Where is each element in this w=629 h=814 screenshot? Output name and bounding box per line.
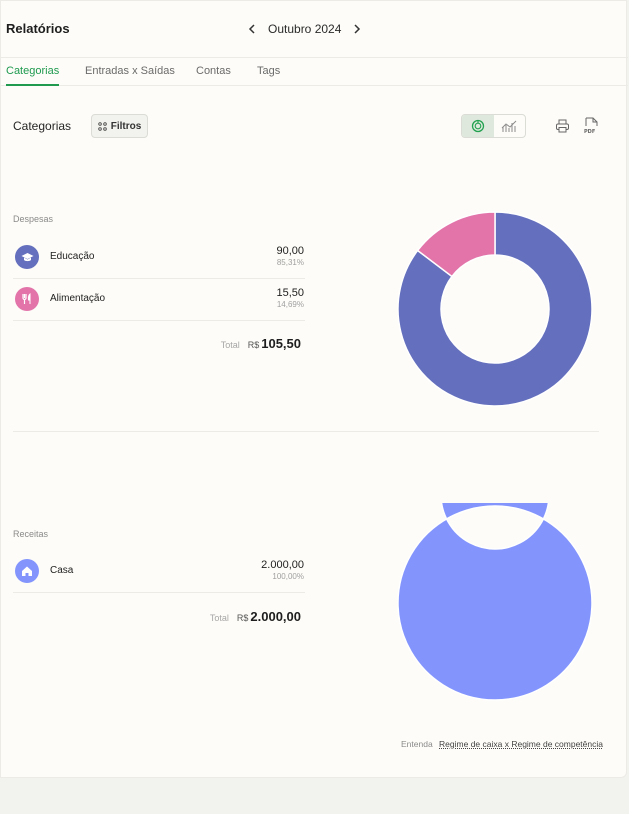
donut-slice-casa[interactable] — [397, 503, 593, 701]
section-divider — [13, 431, 599, 432]
tab-contas[interactable]: Contas — [196, 65, 231, 86]
total-value: 2.000,00 — [250, 609, 301, 624]
donut-chart-icon — [471, 119, 484, 133]
expenses-donut-chart — [397, 211, 593, 407]
category-value: 2.000,00 — [261, 559, 304, 571]
donut-view-button[interactable] — [462, 115, 494, 137]
category-icon-badge — [15, 245, 39, 269]
category-value: 90,00 — [276, 245, 304, 257]
category-name: Casa — [50, 565, 74, 576]
tab-tags[interactable]: Tags — [257, 65, 280, 86]
month-navigator: Outubro 2024 — [245, 20, 364, 38]
currency-symbol: R$ — [247, 340, 260, 350]
graduation-cap-icon — [21, 252, 33, 261]
income-donut-chart — [397, 503, 593, 701]
current-month: Outubro 2024 — [268, 22, 342, 36]
total-label: Total — [209, 613, 229, 623]
page-title: Relatórios — [6, 21, 70, 36]
section-title: Categorias — [13, 119, 72, 133]
expenses-label: Despesas — [13, 214, 54, 224]
category-name: Educação — [50, 251, 95, 262]
category-percent: 85,31% — [276, 258, 304, 267]
filter-grid-icon — [97, 121, 107, 131]
category-value: 15,50 — [276, 287, 304, 299]
list-item[interactable]: Alimentação 15,50 14,69% — [13, 279, 305, 321]
previous-month-button[interactable] — [245, 20, 259, 38]
total-value: 105,50 — [261, 336, 301, 351]
income-total: Total R$ 2.000,00 — [210, 609, 301, 624]
header: Relatórios Outubro 2024 — [1, 1, 628, 58]
chart-view-toggle — [461, 114, 526, 138]
category-percent: 100,00% — [272, 572, 304, 581]
income-label: Receitas — [13, 529, 49, 539]
category-name: Alimentação — [50, 293, 106, 304]
trend-view-button[interactable] — [494, 115, 526, 137]
pdf-file-icon: PDF — [584, 117, 598, 135]
trend-chart-icon — [501, 120, 517, 132]
fork-knife-icon — [22, 293, 31, 304]
pdf-export-button[interactable]: PDF — [580, 115, 602, 137]
total-label: Total — [220, 340, 240, 350]
pdf-label: PDF — [584, 129, 595, 135]
list-item[interactable]: Casa 2.000,00 100,00% — [13, 551, 305, 593]
report-card: Relatórios Outubro 2024 Categorias Entra… — [0, 0, 628, 778]
category-percent: 14,69% — [276, 300, 304, 309]
regime-help-link[interactable]: Regime de caixa x Regime de competência — [439, 739, 603, 749]
chevron-left-icon — [248, 24, 255, 34]
house-icon — [22, 566, 32, 576]
chevron-right-icon — [354, 24, 361, 34]
currency-symbol: R$ — [236, 613, 249, 623]
filters-button[interactable]: Filtros — [91, 114, 148, 138]
footer-note: Entenda Regime de caixa x Regime de comp… — [401, 739, 603, 749]
category-icon-badge — [15, 287, 39, 311]
tab-entradas-saidas[interactable]: Entradas x Saídas — [85, 65, 175, 86]
list-item[interactable]: Educação 90,00 85,31% — [13, 237, 305, 279]
report-tabs: Categorias Entradas x Saídas Contas Tags — [1, 58, 628, 86]
printer-icon — [555, 119, 569, 133]
footer-prefix: Entenda — [401, 739, 433, 749]
next-month-button[interactable] — [350, 20, 364, 38]
expenses-total: Total R$ 105,50 — [221, 336, 301, 351]
filters-label: Filtros — [110, 120, 142, 132]
print-button[interactable] — [552, 115, 572, 137]
category-icon-badge — [15, 559, 39, 583]
tab-categorias[interactable]: Categorias — [6, 65, 60, 86]
